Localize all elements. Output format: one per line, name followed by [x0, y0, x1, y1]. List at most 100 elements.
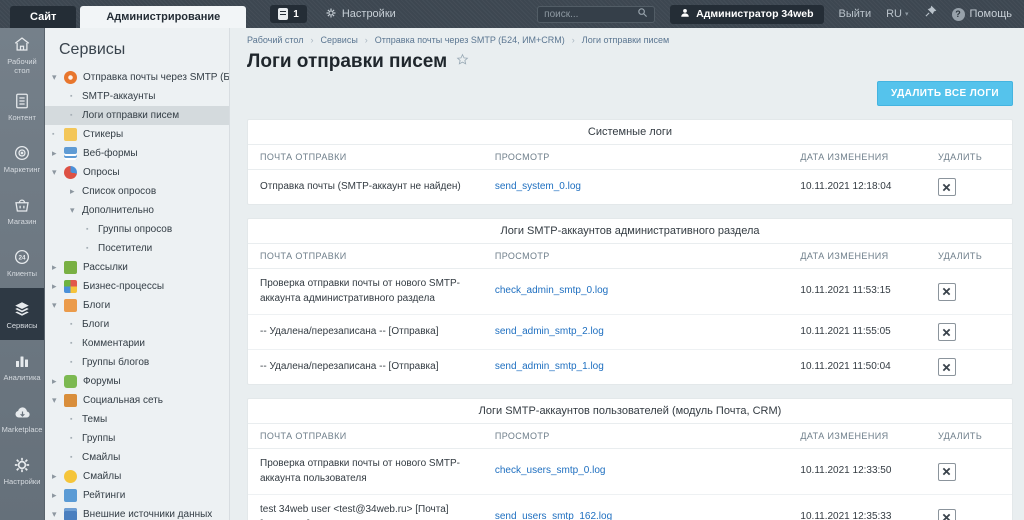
breadcrumb-item[interactable]: Рабочий стол [247, 35, 304, 45]
newsletters-icon [64, 261, 77, 274]
tree-collapsed-icon[interactable] [52, 149, 64, 158]
sidebar-item-polls-extra[interactable]: Дополнительно [45, 201, 229, 220]
tree-expanded-icon[interactable] [52, 396, 64, 405]
sidebar-item-newsletters[interactable]: Рассылки [45, 258, 229, 277]
log-file-link[interactable]: send_admin_smtp_1.log [495, 361, 604, 372]
pin-icon[interactable] [924, 5, 937, 23]
rail-item-shop[interactable]: Магазин [0, 184, 44, 236]
user-button[interactable]: Администратор 34web [670, 4, 824, 24]
sidebar-item-webforms[interactable]: Веб-формы [45, 144, 229, 163]
breadcrumb-item[interactable]: Сервисы [321, 35, 358, 45]
rail-item-services[interactable]: Сервисы [0, 288, 44, 340]
sidebar-item-smiles[interactable]: Смайлы [45, 467, 229, 486]
sidebar-item-external-data[interactable]: Внешние источники данных [45, 505, 229, 520]
table-row: Проверка отправки почты от нового SMTP-а… [248, 448, 1012, 495]
business-processes-icon [64, 280, 77, 293]
sidebar-item-polls[interactable]: Опросы [45, 163, 229, 182]
chevron-down-icon: ▾ [904, 11, 909, 18]
settings-button[interactable]: Настройки [325, 7, 396, 22]
language-selector[interactable]: RU ▾ [886, 8, 908, 20]
tree-collapsed-icon[interactable] [52, 472, 64, 481]
marketing-icon [13, 143, 31, 162]
tree-expanded-icon[interactable] [52, 301, 64, 310]
sidebar-item-topics[interactable]: Темы [45, 410, 229, 429]
log-file-link[interactable]: send_system_0.log [495, 181, 581, 192]
search-input[interactable] [544, 8, 638, 20]
table-row: -- Удалена/перезаписана -- [Отправка] se… [248, 350, 1012, 385]
sidebar-item-blogs-list[interactable]: Блоги [45, 315, 229, 334]
date-cell: 10.11.2021 11:50:04 [800, 360, 891, 372]
tree-collapsed-icon[interactable] [52, 377, 64, 386]
tree-collapsed-icon[interactable] [52, 491, 64, 500]
tree-bullet-icon [70, 454, 82, 461]
tree-expanded-icon[interactable] [70, 206, 82, 215]
delete-row-button[interactable] [937, 462, 956, 481]
mail-cell: -- Удалена/перезаписана -- [Отправка] [260, 360, 439, 372]
column-header-view: ПРОСМОТР [484, 424, 791, 449]
clients-icon: 24 [13, 247, 31, 266]
sidebar-item-ratings[interactable]: Рейтинги [45, 486, 229, 505]
rail-item-marketplace[interactable]: Marketplace [0, 392, 44, 444]
sidebar-item-groups[interactable]: Группы [45, 429, 229, 448]
breadcrumb-item[interactable]: Логи отправки писем [582, 35, 669, 45]
favorite-star-icon[interactable] [456, 53, 469, 71]
user-label: Администратор 34web [696, 8, 814, 20]
delete-all-logs-button[interactable]: УДАЛИТЬ ВСЕ ЛОГИ [876, 81, 1013, 106]
logout-link[interactable]: Выйти [839, 8, 872, 20]
tree-expanded-icon[interactable] [52, 168, 64, 177]
sidebar-item-mail-logs[interactable]: Логи отправки писем [45, 106, 229, 125]
column-header-date: ДАТА ИЗМЕНЕНИЯ [790, 145, 928, 170]
sidebar-item-visitors[interactable]: Посетители [45, 239, 229, 258]
rail-item-analytics[interactable]: Аналитика [0, 340, 44, 392]
tree-expanded-icon[interactable] [52, 73, 64, 82]
sidebar-item-blogs[interactable]: Блоги [45, 296, 229, 315]
page-title: Логи отправки писем [247, 51, 448, 72]
sidebar-item-business-processes[interactable]: Бизнес-процессы [45, 277, 229, 296]
sidebar-item-comments[interactable]: Комментарии [45, 334, 229, 353]
sidebar-item-stickers[interactable]: Стикеры [45, 125, 229, 144]
polls-icon [64, 166, 77, 179]
log-file-link[interactable]: check_users_smtp_0.log [495, 465, 606, 476]
tree-bullet-icon [70, 340, 82, 347]
sidebar-item-forums[interactable]: Форумы [45, 372, 229, 391]
rail-item-settings[interactable]: Настройки [0, 444, 44, 496]
delete-row-button[interactable] [937, 323, 956, 341]
rail-item-clients[interactable]: 24 Клиенты [0, 236, 44, 288]
tab-site[interactable]: Сайт [10, 6, 77, 28]
sidebar-item-smtp-module[interactable]: Отправка почты через SMTP (Б24, ИМ+CRM) [45, 68, 229, 87]
tab-administration[interactable]: Администрирование [80, 6, 247, 28]
sidebar-item-smiles-sub[interactable]: Смайлы [45, 448, 229, 467]
tree-collapsed-icon[interactable] [52, 263, 64, 272]
tree-collapsed-icon[interactable] [70, 187, 82, 196]
rail-item-content[interactable]: Контент [0, 80, 44, 132]
mail-cell: test 34web user <test@34web.ru> [Почта] … [248, 494, 485, 520]
sidebar-item-blog-groups[interactable]: Группы блогов [45, 353, 229, 372]
table-row: Отправка почты (SMTP-аккаунт не найден) … [248, 170, 1012, 205]
tree-expanded-icon[interactable] [52, 510, 64, 519]
sidebar-item-smtp-accounts[interactable]: SMTP-аккаунты [45, 87, 229, 106]
log-file-link[interactable]: send_admin_smtp_2.log [495, 326, 604, 337]
shop-icon [13, 195, 31, 214]
help-link[interactable]: ? Помощь [951, 7, 1012, 21]
desktop-icon [13, 35, 31, 54]
delete-row-button[interactable] [937, 508, 956, 520]
sidebar-item-poll-groups[interactable]: Группы опросов [45, 220, 229, 239]
date-cell: 10.11.2021 11:53:15 [790, 268, 928, 315]
sidebar-item-polls-list[interactable]: Список опросов [45, 182, 229, 201]
breadcrumb-item[interactable]: Отправка почты через SMTP (Б24, ИМ+CRM) [375, 35, 565, 45]
tree-collapsed-icon[interactable] [52, 282, 64, 291]
sidebar-item-social-network[interactable]: Социальная сеть [45, 391, 229, 410]
log-table-users: Логи SMTP-аккаунтов пользователей (модул… [247, 398, 1013, 520]
delete-row-button[interactable] [937, 282, 956, 301]
tree-bullet-icon [70, 416, 82, 423]
sidebar: Сервисы Отправка почты через SMTP (Б24, … [45, 28, 230, 520]
rail-item-desktop[interactable]: Рабочий стол [0, 28, 44, 80]
log-file-link[interactable]: send_users_smtp_162.log [495, 511, 612, 520]
notifications-button[interactable]: 1 [270, 5, 307, 23]
rail-item-marketing[interactable]: Маркетинг [0, 132, 44, 184]
breadcrumb-separator-icon: › [364, 35, 368, 45]
log-file-link[interactable]: check_admin_smtp_0.log [495, 285, 608, 296]
delete-row-button[interactable] [937, 178, 956, 196]
search-icon[interactable] [637, 5, 648, 23]
delete-row-button[interactable] [937, 358, 956, 376]
